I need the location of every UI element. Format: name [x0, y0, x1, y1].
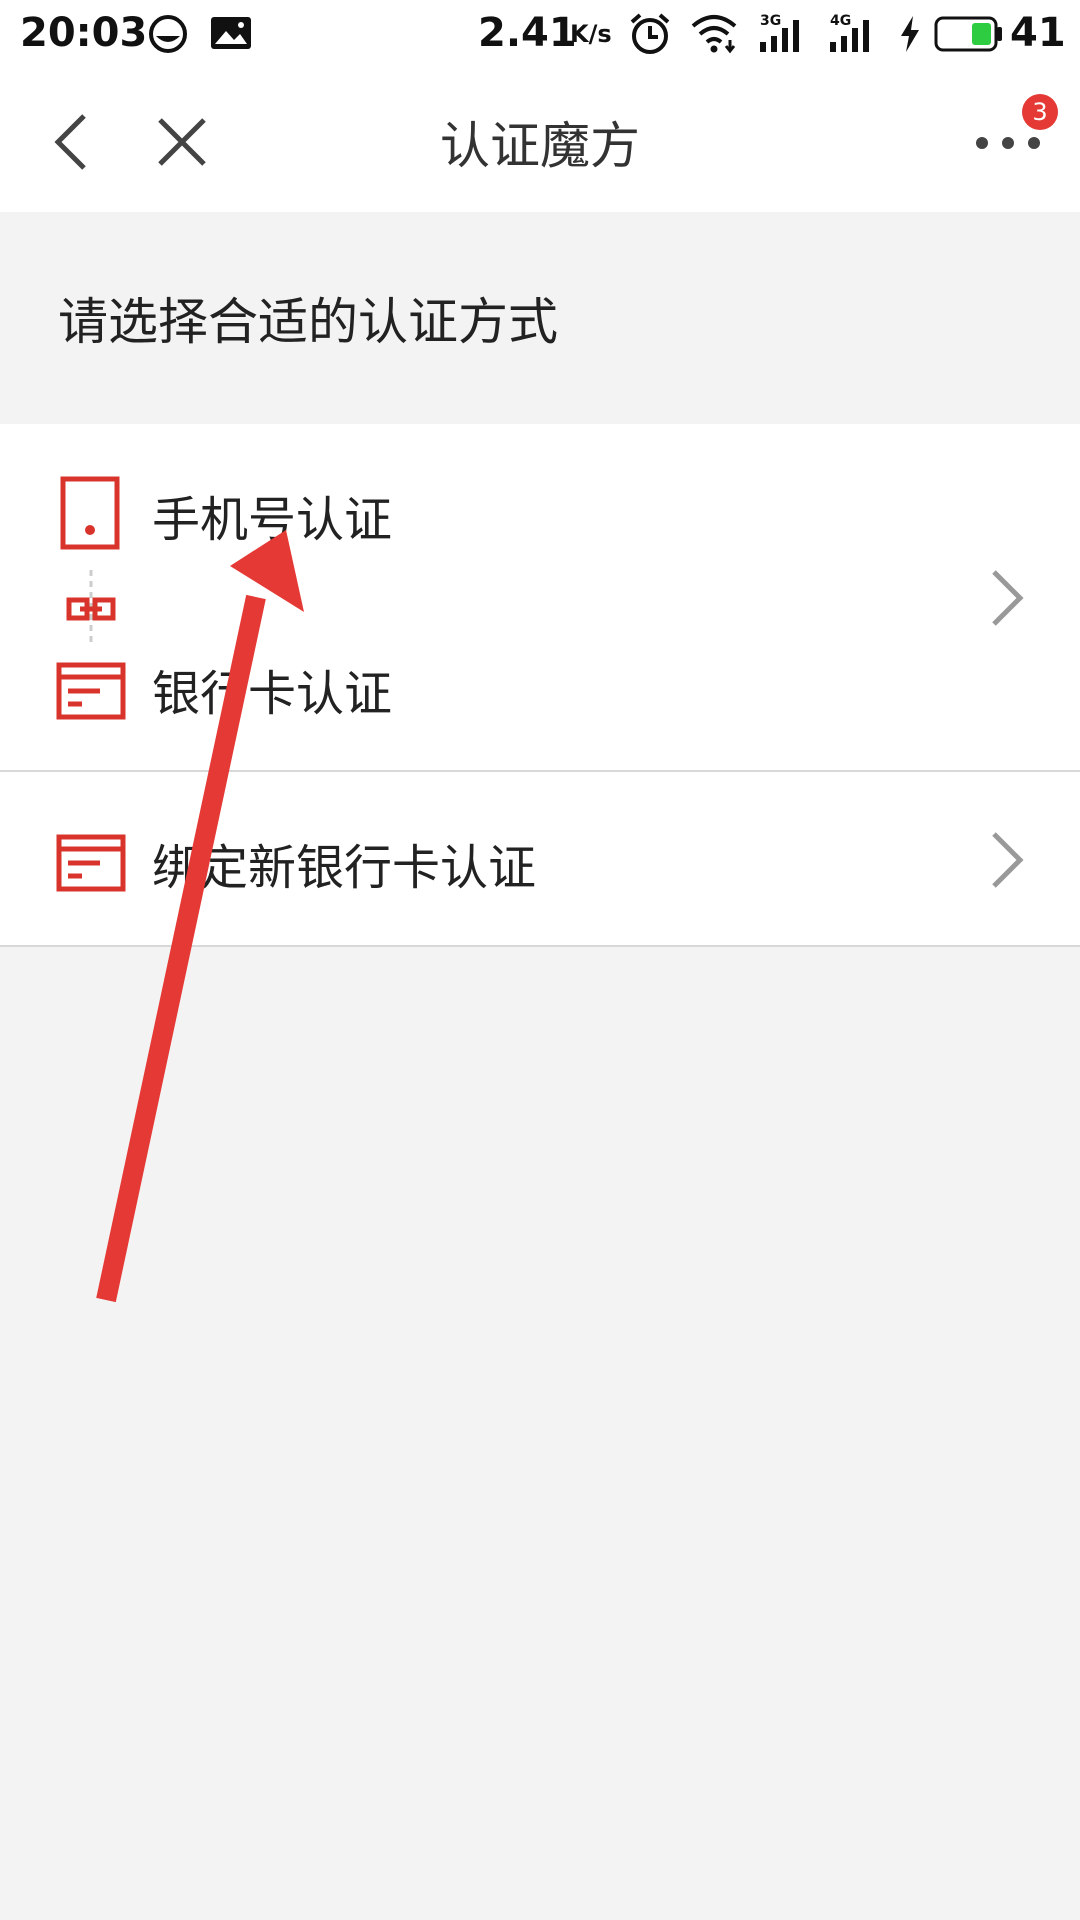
alarm-icon — [628, 12, 672, 56]
more-badge: 3 — [1022, 94, 1058, 130]
link-icon — [66, 594, 116, 626]
prompt-section: 请选择合适的认证方式 — [0, 212, 1080, 424]
image-notification-icon — [210, 16, 252, 50]
bank-card-icon — [56, 662, 126, 720]
wifi-icon — [690, 14, 738, 54]
prompt-text: 请选择合适的认证方式 — [58, 293, 558, 351]
phone-icon — [60, 476, 120, 550]
option-label-phone: 手机号认证 — [152, 492, 393, 548]
network-speed: 2.41 — [478, 10, 577, 56]
signal-4g-icon — [828, 14, 880, 54]
battery-percent: 41 — [1010, 10, 1066, 56]
battery-icon — [934, 16, 1004, 52]
signal-3g-icon — [758, 14, 810, 54]
chevron-right-icon — [990, 568, 1026, 628]
option-phone-bankcard[interactable]: 手机号认证 银行卡认证 — [0, 424, 1080, 772]
bank-card-icon — [56, 834, 126, 892]
more-button[interactable] — [972, 128, 1044, 158]
option-bind-new-card[interactable]: 绑定新银行卡认证 — [0, 772, 1080, 947]
nav-bar: 认证魔方 3 — [0, 66, 1080, 212]
more-icon — [976, 137, 1040, 149]
option-label-bankcard: 银行卡认证 — [152, 666, 393, 722]
status-bar: 20:03 2.41 K/s 3G 4G 41 — [0, 0, 1080, 66]
network-speed-unit: K/s — [570, 20, 612, 48]
page-title: 认证魔方 — [440, 117, 640, 175]
option-label-bind-new-card: 绑定新银行卡认证 — [152, 840, 537, 896]
charging-icon — [898, 14, 922, 54]
chevron-right-icon — [990, 830, 1026, 890]
app-notification-icon — [148, 14, 188, 54]
status-time: 20:03 — [20, 10, 148, 56]
